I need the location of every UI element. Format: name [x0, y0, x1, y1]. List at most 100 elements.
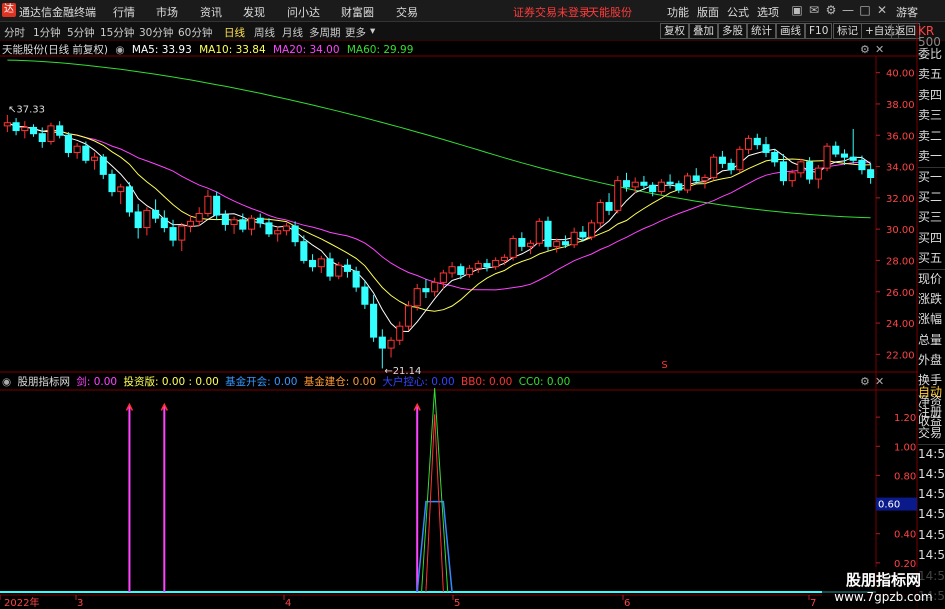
candle-body-97 [849, 156, 857, 161]
candle-body-82 [718, 156, 726, 164]
candle-body-3 [29, 126, 38, 135]
kline-chart[interactable]: 40.00 38.00 36.00 34.00 32.00 30.00 28.00 26.00… [0, 0, 945, 609]
candle-body-46 [404, 305, 413, 327]
watermark-url: www.7gpzb.com [834, 590, 933, 604]
ind-sword: 剑: 0.00 [76, 376, 118, 388]
candle-body-50 [439, 272, 447, 283]
y-tick-label-6: 28.00 [886, 256, 915, 267]
side-lower-8: 14:56 [918, 548, 945, 563]
candle-body-90 [788, 172, 796, 182]
candle-body-94 [823, 145, 831, 169]
candle-body-10 [91, 156, 99, 161]
candle-body-65 [570, 231, 578, 246]
bb0-triangle [425, 414, 444, 593]
ind-bb0: BB0: 0.00 [461, 376, 513, 388]
candle-body-4 [38, 133, 46, 143]
candle-body-64 [561, 241, 569, 246]
candle-body-99 [867, 169, 875, 179]
y-tick-label-2: 36.00 [886, 131, 915, 142]
candle-body-2 [21, 126, 29, 132]
x-tick-label-2: 4 [285, 598, 291, 609]
candle-body-36 [317, 258, 325, 268]
candle-body-89 [779, 161, 787, 182]
candle-body-96 [840, 153, 849, 158]
side-label-1: 卖五 [918, 67, 943, 82]
candle-body-13 [117, 186, 125, 193]
sub-y-tick-label-4: 0.40 [894, 530, 916, 541]
main-chart-title: 天能股份(日线 前复权) [2, 44, 109, 56]
y-tick-label-5: 30.00 [886, 225, 915, 236]
candle-body-78 [683, 175, 692, 191]
side-label-7: 买二 [918, 189, 943, 204]
candle-body-44 [387, 339, 395, 349]
candle-body-20 [178, 225, 186, 241]
candle-body-42 [370, 303, 378, 338]
candle-body-51 [448, 266, 456, 274]
candle-body-23 [204, 195, 212, 215]
ind-fund-meeting: 基金开会: 0.00 [225, 376, 298, 388]
side-lower-7: 14:56 [918, 527, 945, 542]
y-tick-label-0: 40.00 [886, 69, 915, 80]
candle-body-32 [282, 225, 290, 232]
watermark: 股朋指标网 www.7gpzb.com [822, 567, 945, 609]
candle-body-55 [483, 263, 491, 268]
candle-body-30 [265, 222, 273, 235]
candle-body-8 [73, 145, 81, 153]
candle-body-86 [753, 137, 761, 146]
candle-body-22 [195, 213, 203, 222]
candle-body-52 [457, 266, 465, 276]
side-label-14: 总量 [918, 332, 943, 347]
side-label-3: 卖三 [918, 108, 943, 123]
ind-fund-build: 基金建仓: 0.00 [303, 376, 377, 388]
indicator-toggle-icon[interactable]: ◉ [2, 376, 11, 388]
candle-body-92 [806, 161, 814, 180]
ma-toggle-icon[interactable]: ◉ [115, 44, 124, 56]
candle-body-74 [649, 184, 657, 193]
sub-y-tick-label-0: 1.20 [894, 413, 916, 424]
ma10-label: MA10: 33.84 [199, 44, 266, 56]
candle-body-56 [492, 259, 500, 268]
x-tick-label-4: 6 [624, 598, 630, 609]
candle-body-11 [99, 156, 107, 175]
candle-body-95 [832, 145, 840, 155]
indicator-settings-icon[interactable]: ⚙ [860, 375, 870, 388]
candle-body-26 [230, 219, 238, 225]
candle-body-0 [3, 122, 11, 127]
watermark-title: 股朋指标网 [845, 571, 921, 589]
candle-body-62 [544, 220, 552, 247]
candle-body-47 [413, 288, 421, 307]
candle-body-33 [291, 225, 299, 243]
candle-body-48 [422, 288, 430, 293]
candle-body-84 [736, 148, 744, 171]
cursor-value-label: 0.60 [878, 500, 900, 511]
candle-body-98 [858, 159, 866, 171]
candle-body-7 [64, 134, 72, 153]
candle-body-73 [640, 181, 648, 186]
candle-body-59 [518, 238, 526, 247]
candle-body-1 [12, 122, 20, 132]
ind-big-holder: 大户控心: 0.00 [382, 376, 455, 388]
chart-close-icon[interactable]: ✕ [875, 43, 884, 56]
indicator-close-icon[interactable]: ✕ [875, 375, 884, 388]
side-lower-5: 14:56 [918, 487, 945, 501]
side-lower-6: 14:56 [918, 507, 945, 522]
candle-body-53 [465, 267, 474, 276]
candle-body-29 [256, 217, 264, 224]
candle-body-12 [108, 173, 116, 193]
x-tick-label-3: 5 [454, 598, 460, 609]
chart-settings-icon[interactable]: ⚙ [860, 43, 870, 56]
ind-invest: 投资版: 0.00 : 0.00 [123, 376, 219, 388]
candle-body-31 [274, 230, 282, 235]
candle-body-58 [509, 238, 517, 258]
side-label-5: 卖一 [918, 149, 943, 163]
candle-body-75 [657, 181, 665, 193]
candle-body-9 [82, 145, 90, 161]
y-tick-label-8: 24.00 [886, 319, 915, 330]
candle-body-71 [622, 180, 631, 188]
indicator-title[interactable]: 股朋指标网 [18, 376, 71, 388]
side-label-10: 买五 [918, 251, 943, 265]
candle-body-14 [125, 186, 133, 213]
ma20-label: MA20: 34.00 [272, 44, 340, 56]
candle-body-63 [553, 241, 561, 247]
candle-body-70 [614, 180, 622, 211]
